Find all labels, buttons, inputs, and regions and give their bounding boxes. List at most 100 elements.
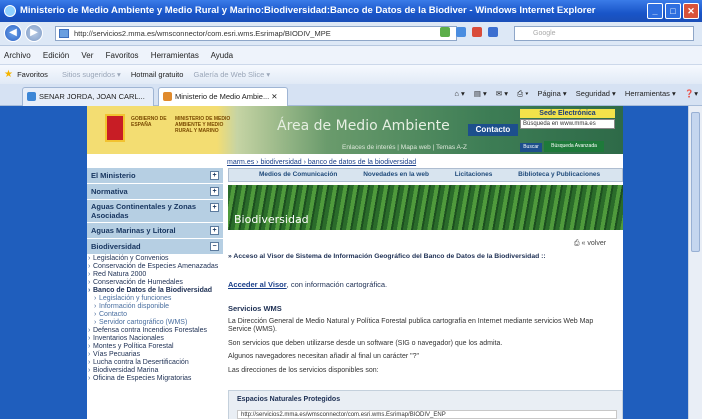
sidebar-link[interactable]: Vías Pecuarias (87, 351, 223, 359)
close-button[interactable]: ✕ (683, 3, 699, 19)
feeds-icon[interactable]: ▤ ▾ (474, 89, 487, 98)
expand-icon[interactable]: + (210, 203, 219, 212)
wms-paragraph: Algunos navegadores necesitan añadir al … (228, 353, 419, 360)
collapse-icon[interactable]: − (210, 242, 219, 251)
sidebar-link[interactable]: Defensa contra Incendios Forestales (87, 327, 223, 335)
sidebar-link[interactable]: Red Natura 2000 (87, 271, 223, 279)
busqueda-avanzada-button[interactable]: Búsqueda Avanzada (544, 141, 604, 152)
nav-biblioteca[interactable]: Biblioteca y Publicaciones (518, 171, 600, 178)
suggested-sites-link[interactable]: Sitios sugeridos ▾ (62, 70, 121, 79)
sidebar-link[interactable]: Biodiversidad Marina (87, 367, 223, 375)
tab-favicon-icon (27, 92, 36, 101)
visor-heading: » Acceso al Visor de Sistema de Informac… (228, 253, 546, 260)
sidebar-item-ministerio[interactable]: El Ministerio + (87, 168, 223, 183)
forward-button[interactable]: ▶ (25, 24, 43, 42)
tab-bar: SENAR JORDA, JOAN CARL... Ministerio de … (0, 84, 702, 106)
sede-electronica-link[interactable]: Sede Electrónica (520, 109, 615, 118)
top-navigation: Medios de Comunicación Novedades en la w… (228, 168, 623, 182)
banner-title: Biodiversidad (234, 213, 309, 226)
sidebar-link[interactable]: Legislación y Convenios (87, 255, 223, 263)
nav-licitaciones[interactable]: Licitaciones (455, 171, 493, 178)
command-bar: ⌂ ▾ ▤ ▾ ✉ ▾ ⎙ ▾ Página ▾ Seguridad ▾ Her… (447, 89, 698, 99)
biodiversidad-banner: Biodiversidad (228, 185, 623, 230)
search-provider-icon[interactable] (488, 27, 498, 37)
help-icon[interactable]: ❓▾ (685, 89, 698, 98)
sidebar-link[interactable]: Lucha contra la Desertificación (87, 359, 223, 367)
sidebar-item-aguas-continentales[interactable]: Aguas Continentales y Zonas Asociadas + (87, 200, 223, 222)
site-header: GOBIERNO DE ESPAÑA MINISTERIO DE MEDIO A… (87, 106, 623, 154)
refresh-icon[interactable] (456, 27, 466, 37)
espacios-url-field[interactable]: http://servicios2.mma.es/wmsconnector/co… (237, 410, 617, 419)
print-icon[interactable]: ⎙ ▾ (517, 89, 528, 98)
site-search-input[interactable]: Búsqueda en www.mma.es (520, 119, 615, 129)
acceder-visor-link[interactable]: Acceder al Visor (228, 280, 287, 289)
maximize-button[interactable]: □ (665, 3, 681, 19)
nav-novedades[interactable]: Novedades en la web (363, 171, 429, 178)
area-title: Área de Medio Ambiente (277, 118, 450, 134)
wms-heading: Servicios WMS (228, 304, 282, 313)
sidebar-item-normativa[interactable]: Normativa + (87, 184, 223, 199)
browser-window: Ministerio de Medio Ambiente y Medio Rur… (0, 0, 702, 419)
menu-archivo[interactable]: Archivo (4, 51, 31, 60)
nav-medios[interactable]: Medios de Comunicación (259, 171, 337, 178)
sidebar-item-biodiversidad[interactable]: Biodiversidad − (87, 239, 223, 254)
acceder-line: Acceder al Visor, con información cartog… (228, 280, 388, 289)
breadcrumb[interactable]: marm.es › biodiversidad › banco de datos… (227, 159, 416, 166)
menu-edicion[interactable]: Edición (43, 51, 69, 60)
sidebar-sublink[interactable]: Legislación y funciones (87, 295, 223, 303)
gobierno-label: GOBIERNO DE ESPAÑA (131, 116, 167, 128)
url-input[interactable]: http://servicios2.mma.es/wmsconnector/co… (55, 26, 457, 41)
header-links[interactable]: Enlaces de interés | Mapa web | Temas A-… (342, 144, 467, 151)
tab-senar-jorda[interactable]: SENAR JORDA, JOAN CARL... (22, 87, 154, 106)
print-icon[interactable]: ⎙ (574, 240, 582, 247)
buscar-button[interactable]: Buscar (520, 143, 542, 152)
contacto-button[interactable]: Contacto (468, 124, 518, 136)
web-page: GOBIERNO DE ESPAÑA MINISTERIO DE MEDIO A… (87, 106, 623, 419)
home-icon[interactable]: ⌂ ▾ (454, 89, 464, 98)
ministerio-label: MINISTERIO DE MEDIO AMBIENTE Y MEDIO RUR… (175, 116, 231, 134)
web-slice-gallery-link[interactable]: Galería de Web Slice ▾ (194, 70, 271, 79)
vertical-scrollbar[interactable] (688, 106, 702, 419)
sidebar-link[interactable]: Conservación de Especies Amenazadas (87, 263, 223, 271)
volver-link[interactable]: ⎙ « volver (574, 240, 606, 248)
search-input[interactable]: Google (514, 26, 694, 41)
ie-logo-icon (4, 5, 16, 17)
hotmail-link[interactable]: Hotmail gratuito (131, 70, 184, 79)
mail-icon[interactable]: ✉ ▾ (496, 89, 508, 98)
menu-bar: Archivo Edición Ver Favoritos Herramient… (0, 47, 702, 64)
espacios-protegidos-box: Espacios Naturales Protegidos http://ser… (228, 390, 623, 419)
viewport: GOBIERNO DE ESPAÑA MINISTERIO DE MEDIO A… (0, 106, 702, 419)
compatibility-icon[interactable] (440, 27, 450, 37)
title-bar: Ministerio de Medio Ambiente y Medio Rur… (0, 0, 702, 22)
minimize-button[interactable]: _ (647, 3, 663, 19)
sidebar-sublink[interactable]: Servidor cartográfico (WMS) (87, 319, 223, 327)
wms-paragraph: Son servicios que deben utilizarse desde… (228, 340, 503, 347)
page-menu[interactable]: Página ▾ (537, 89, 566, 98)
expand-icon[interactable]: + (210, 187, 219, 196)
sidebar-link[interactable]: Conservación de Humedales (87, 279, 223, 287)
menu-ayuda[interactable]: Ayuda (211, 51, 234, 60)
back-button[interactable]: ◀ (4, 24, 22, 42)
menu-ver[interactable]: Ver (81, 51, 93, 60)
page-icon (59, 29, 69, 38)
security-menu[interactable]: Seguridad ▾ (576, 89, 616, 98)
sidebar-sublink[interactable]: Información disponible (87, 303, 223, 311)
menu-herramientas[interactable]: Herramientas (151, 51, 199, 60)
sidebar-link[interactable]: Oficina de Especies Migratorias (87, 375, 223, 383)
star-icon: ★ (4, 69, 13, 80)
sidebar-link[interactable]: Montes y Política Forestal (87, 343, 223, 351)
menu-favoritos[interactable]: Favoritos (106, 51, 139, 60)
stop-icon[interactable] (472, 27, 482, 37)
sidebar-item-aguas-marinas[interactable]: Aguas Marinas y Litoral + (87, 223, 223, 238)
expand-icon[interactable]: + (210, 226, 219, 235)
favorites-button[interactable]: Favoritos (17, 70, 48, 79)
tools-menu[interactable]: Herramientas ▾ (625, 89, 676, 98)
sidebar-link[interactable]: Inventarios Nacionales (87, 335, 223, 343)
expand-icon[interactable]: + (210, 171, 219, 180)
tab-ministerio[interactable]: Ministerio de Medio Ambie... ✕ (158, 87, 288, 106)
scrollbar-thumb[interactable] (691, 112, 700, 252)
favorites-bar: ★ Favoritos Sitios sugeridos ▾ Hotmail g… (0, 64, 702, 84)
sidebar-link-banco-datos[interactable]: Banco de Datos de la Biodiversidad (87, 287, 223, 295)
espacios-title: Espacios Naturales Protegidos (237, 396, 341, 403)
sidebar-sublink[interactable]: Contacto (87, 311, 223, 319)
